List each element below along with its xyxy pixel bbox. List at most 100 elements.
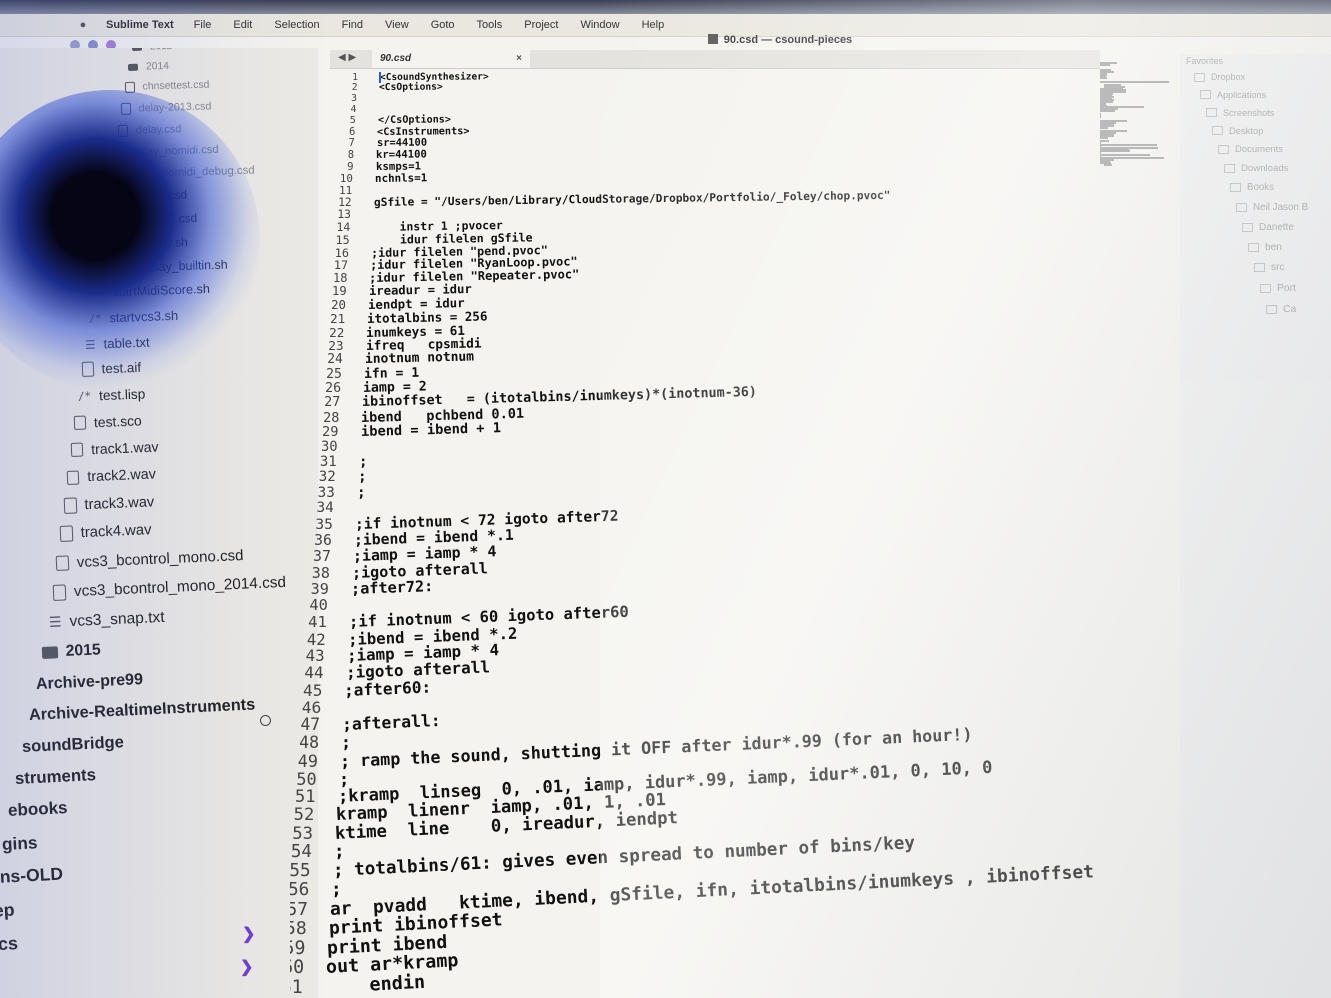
line-number: 50 — [296, 768, 317, 789]
sidebar-item[interactable]: /* startvcs3.sh — [89, 308, 179, 326]
sidebar-item[interactable]: 2014 — [128, 61, 169, 73]
code-line[interactable]: ;afterall: — [342, 711, 441, 734]
sidebar-item[interactable]: /* startMidiScore.sh — [92, 282, 210, 300]
line-number: 2 — [351, 82, 358, 94]
sidebar-item[interactable]: struments — [15, 765, 97, 789]
file-icon — [106, 191, 118, 205]
sidebar-item[interactable]: delay.csd — [117, 123, 181, 137]
line-number: 60 — [290, 957, 305, 979]
finder-item-label: ben — [1265, 241, 1282, 253]
finder-item[interactable]: Screenshots — [1206, 108, 1274, 118]
sidebar-item[interactable]: 2012 — [131, 48, 172, 53]
minimap[interactable] — [1098, 62, 1188, 172]
tab-nav-arrows-icon[interactable]: ◀ ▶ — [338, 52, 356, 63]
finder-item[interactable]: Ca — [1266, 304, 1296, 315]
code-line[interactable]: gSfile = "/Users/ben/Library/CloudStorag… — [374, 189, 891, 209]
code-line[interactable]: ;after72: — [351, 577, 434, 598]
sidebar-item[interactable]: /* startDelay_builtin.sh — [96, 258, 228, 276]
sidebar-item[interactable]: ☰ vcs3_snap.txt — [49, 609, 165, 632]
sidebar-item[interactable]: ins-OLD — [0, 864, 63, 888]
sidebar-item[interactable]: test.sco — [74, 412, 142, 431]
finder-item[interactable]: Books — [1230, 182, 1274, 193]
finder-item[interactable]: Port — [1260, 283, 1296, 294]
line-number: 3 — [351, 93, 357, 105]
sidebar-item[interactable]: track4.wav — [59, 522, 152, 542]
sidebar-item[interactable]: delay_nomidi_debug.csd — [110, 164, 255, 182]
close-tab-icon[interactable]: × — [516, 50, 522, 68]
finder-item[interactable]: src — [1254, 262, 1285, 273]
sidebar-item-label: delay_nomidi.csd — [131, 143, 219, 158]
line-number: 44 — [304, 663, 324, 683]
code-line[interactable]: <CsOptions> — [379, 82, 443, 93]
apple-icon[interactable]: ● — [74, 19, 92, 31]
sidebar-item[interactable]: soundBridge — [22, 732, 125, 757]
code-line[interactable]: ; — [341, 733, 352, 752]
sidebar-item[interactable]: track3.wav — [63, 494, 154, 514]
code-line[interactable]: </CsOptions> — [378, 114, 451, 126]
sublime-window: ● Sublime Text File Edit Selection Find … — [0, 0, 1331, 998]
sidebar-item[interactable]: track1.wav — [70, 439, 159, 458]
finder-item[interactable]: Applications — [1200, 90, 1266, 100]
code-line[interactable]: endin — [324, 972, 426, 998]
code-line[interactable]: ; — [331, 879, 343, 899]
file-icon — [102, 214, 114, 228]
code-line[interactable]: ; — [358, 469, 367, 485]
line-number: 29 — [322, 424, 339, 441]
folder-icon — [1248, 242, 1259, 252]
code-line[interactable]: ; — [333, 842, 344, 862]
finder-item[interactable]: Neil Jason B — [1236, 202, 1308, 213]
sidebar-item[interactable]: /* startdelay.sh — [99, 235, 187, 252]
menu-edit[interactable]: Edit — [233, 19, 252, 31]
sidebar-item[interactable]: n-cs — [0, 933, 19, 956]
finder-item[interactable]: Documents — [1218, 144, 1283, 155]
sidebar-item[interactable]: ebooks — [8, 798, 68, 821]
sidebar-item[interactable]: Archive-pre99 — [35, 670, 143, 694]
sidebar-item[interactable]: vcs3_bcontrol_mono.csd — [56, 547, 244, 572]
line-number: 19 — [332, 284, 347, 299]
sidebar-item[interactable]: gins — [1, 832, 38, 855]
code-line[interactable]: ; — [357, 484, 366, 500]
menu-file[interactable]: File — [194, 19, 212, 31]
sidebar-item-label: Archive-pre99 — [35, 669, 143, 693]
code-line[interactable]: nchnls=1 — [375, 171, 427, 185]
sidebar-item[interactable]: ☰ table.txt — [85, 334, 150, 351]
sidebar-item[interactable]: test.aif — [81, 360, 141, 377]
code-line[interactable]: ibend = ibend + 1 — [360, 421, 500, 441]
tab-90-csd[interactable]: 90.csd × — [372, 50, 530, 68]
tab-bar: ◀ ▶ 90.csd × — [330, 50, 1100, 69]
menu-app-name[interactable]: Sublime Text — [106, 19, 174, 31]
finder-item[interactable]: Desktop — [1212, 126, 1263, 136]
menu-selection[interactable]: Selection — [274, 19, 319, 31]
sidebar-item[interactable]: vcs3_bcontrol_mono_2014.csd — [52, 574, 286, 602]
finder-item[interactable]: Downloads — [1224, 163, 1288, 174]
finder-item-label: Ca — [1283, 303, 1297, 315]
chevron-right-icon[interactable]: ❯ — [242, 924, 255, 944]
finder-item[interactable]: Dropbox — [1194, 72, 1245, 82]
code-line[interactable]: ;after60: — [344, 677, 432, 699]
code-editor[interactable]: 1 <CsoundSynthesizer> 2 <CsOptions> 3 4 5 </CsO… — [290, 68, 1190, 998]
finder-item[interactable]: ben — [1248, 242, 1282, 253]
sidebar-item-label: table.txt — [103, 334, 151, 351]
line-number: 30 — [320, 439, 338, 456]
sidebar-item[interactable]: chnsettest.csd — [124, 80, 210, 94]
sidebar-item[interactable]: delay-2013.csd — [121, 101, 212, 116]
code-line[interactable]: sr=44100 — [377, 137, 427, 149]
sidebar-item[interactable]: /* test.lisp — [78, 386, 146, 404]
line-number: 13 — [337, 208, 351, 222]
finder-item[interactable]: Danette — [1242, 222, 1294, 233]
sidebar-item[interactable]: Archive-RealtimeInstruments — [28, 695, 255, 725]
sidebar-item[interactable]: pvocsynth.csd — [102, 211, 198, 228]
sidebar-item-label: test.aif — [100, 360, 141, 377]
sidebar-item[interactable]: 2015 — [42, 641, 102, 662]
sidebar-item[interactable]: miditest.csd — [106, 189, 187, 205]
window-title-bar: 90.csd — csound-pieces — [330, 30, 1230, 50]
sidebar-item[interactable]: track2.wav — [66, 466, 156, 486]
sidebar-item[interactable]: delay_nomidi.csd — [113, 143, 219, 159]
minimap-line — [1100, 140, 1109, 143]
minimap-line — [1100, 63, 1110, 66]
line-number: 46 — [301, 697, 322, 717]
chevron-right-icon[interactable]: ❯ — [240, 957, 253, 977]
code-line[interactable]: inotnum notnum — [365, 350, 474, 368]
minimap-line — [1104, 164, 1113, 166]
sidebar-item[interactable]: -ep — [0, 900, 15, 922]
